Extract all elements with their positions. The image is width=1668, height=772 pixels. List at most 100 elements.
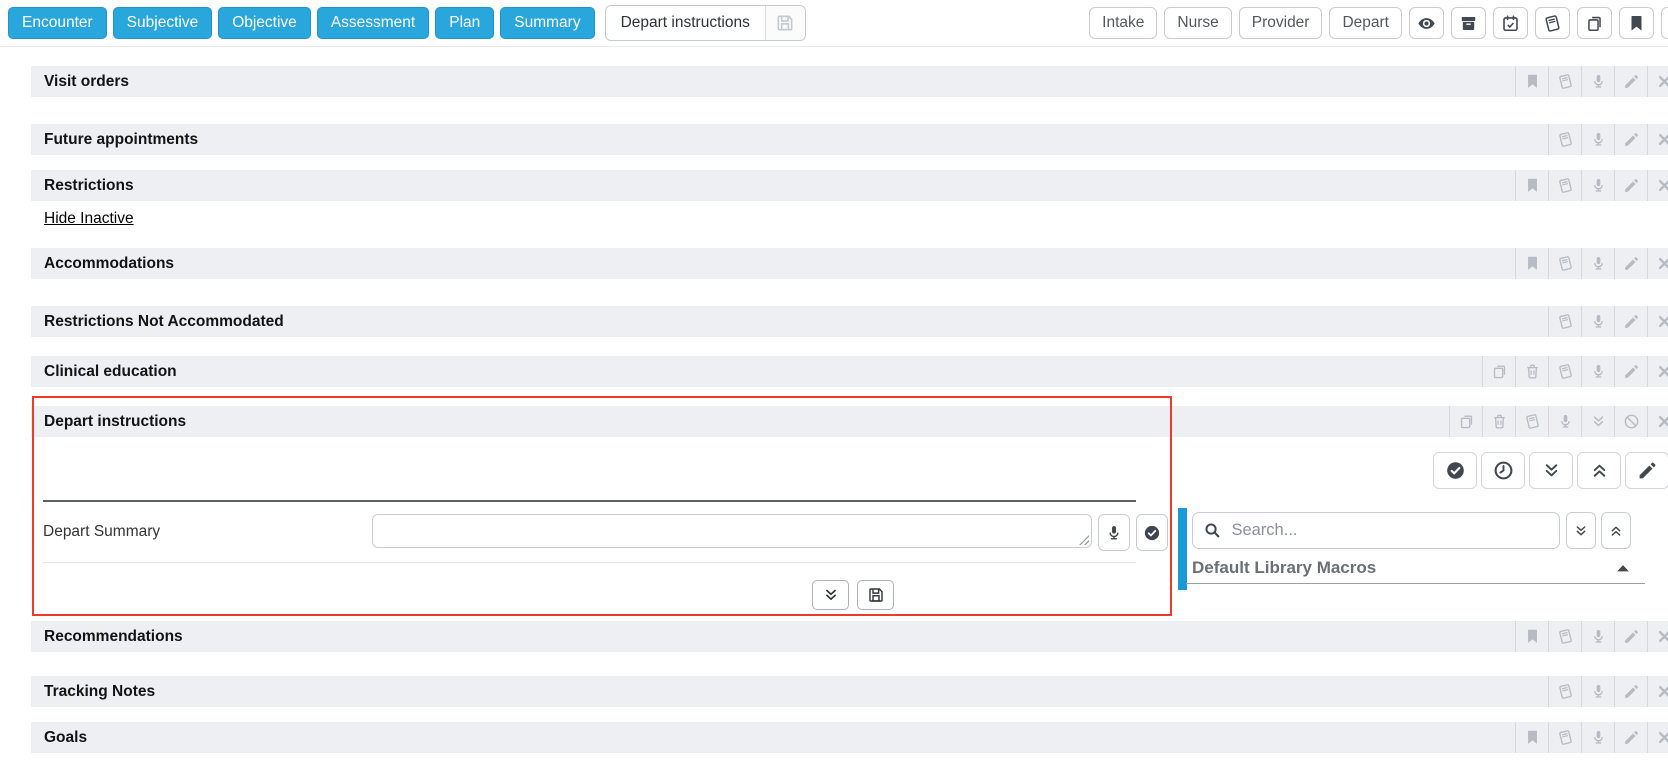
mic-icon[interactable]: [1581, 248, 1614, 279]
book-icon[interactable]: [1548, 676, 1581, 707]
close-icon[interactable]: [1647, 406, 1668, 437]
section-actions: [1515, 248, 1668, 279]
section-title: Restrictions: [44, 176, 134, 194]
section-recommendations[interactable]: Recommendations: [31, 621, 1668, 652]
stage-button-depart[interactable]: Depart: [1329, 7, 1402, 39]
active-note-tab[interactable]: Depart instructions: [604, 5, 806, 41]
confirm-button[interactable]: [1136, 514, 1168, 551]
section-depart-instructions[interactable]: Depart instructions: [31, 406, 1668, 437]
trash-icon[interactable]: [1482, 406, 1515, 437]
pencil-icon[interactable]: [1614, 248, 1647, 279]
book-icon[interactable]: [1548, 124, 1581, 155]
bookmark-icon[interactable]: [1515, 248, 1548, 279]
close-icon[interactable]: [1647, 248, 1668, 279]
section-title: Restrictions Not Accommodated: [44, 312, 284, 330]
copy-icon[interactable]: [1449, 406, 1482, 437]
stage-button-nurse[interactable]: Nurse: [1164, 7, 1232, 39]
pencil-icon[interactable]: [1625, 452, 1668, 489]
copy-icon[interactable]: [1577, 7, 1612, 39]
save-icon[interactable]: [857, 580, 894, 610]
bookmark-icon[interactable]: [1515, 170, 1548, 201]
section-visit-orders[interactable]: Visit orders: [31, 66, 1668, 97]
stage-button-intake[interactable]: Intake: [1089, 7, 1158, 39]
depart-summary-input[interactable]: [372, 514, 1092, 548]
tab-plan[interactable]: Plan: [435, 7, 495, 39]
pencil-icon[interactable]: [1614, 676, 1647, 707]
bookmark-icon[interactable]: [1515, 722, 1548, 753]
chevrons-up-icon[interactable]: [1577, 452, 1621, 489]
book-icon[interactable]: [1548, 170, 1581, 201]
ban-icon[interactable]: [1614, 406, 1647, 437]
book-icon[interactable]: [1548, 356, 1581, 387]
pencil-icon[interactable]: [1614, 356, 1647, 387]
section-future-appointments[interactable]: Future appointments: [31, 124, 1668, 155]
gear-icon[interactable]: [1661, 7, 1668, 39]
book-icon[interactable]: [1515, 406, 1548, 437]
mic-icon[interactable]: [1581, 621, 1614, 652]
mic-icon[interactable]: [1581, 676, 1614, 707]
pencil-icon[interactable]: [1614, 306, 1647, 337]
tab-objective[interactable]: Objective: [218, 7, 311, 39]
mic-icon[interactable]: [1581, 306, 1614, 337]
section-restrictions[interactable]: Restrictions: [31, 170, 1668, 201]
close-icon[interactable]: [1647, 170, 1668, 201]
pencil-icon[interactable]: [1614, 170, 1647, 201]
pencil-icon[interactable]: [1614, 722, 1647, 753]
chevrons-down-icon[interactable]: [1529, 452, 1573, 489]
stage-button-provider[interactable]: Provider: [1238, 7, 1323, 39]
caret-up-icon[interactable]: [1613, 558, 1633, 578]
circle-check-icon[interactable]: [1433, 452, 1477, 489]
close-icon[interactable]: [1647, 722, 1668, 753]
section-restrictions-not-accommodated[interactable]: Restrictions Not Accommodated: [31, 306, 1668, 337]
mic-icon[interactable]: [1581, 124, 1614, 155]
book-icon[interactable]: [1548, 722, 1581, 753]
chevrons-down-icon[interactable]: [1581, 406, 1614, 437]
clock-icon[interactable]: [1481, 452, 1525, 489]
mic-icon[interactable]: [1581, 722, 1614, 753]
chevrons-down-icon[interactable]: [812, 580, 849, 610]
eye-icon[interactable]: [1409, 7, 1444, 39]
calendar-check-icon[interactable]: [1493, 7, 1528, 39]
macro-search-input[interactable]: [1229, 520, 1549, 541]
copy-icon[interactable]: [1482, 356, 1515, 387]
tab-summary[interactable]: Summary: [500, 7, 595, 39]
tab-encounter[interactable]: Encounter: [8, 7, 107, 39]
close-icon[interactable]: [1647, 676, 1668, 707]
section-accommodations[interactable]: Accommodations: [31, 248, 1668, 279]
mic-icon[interactable]: [1581, 170, 1614, 201]
tab-assessment[interactable]: Assessment: [316, 7, 430, 39]
pencil-icon[interactable]: [1614, 621, 1647, 652]
pencil-icon[interactable]: [1614, 66, 1647, 97]
close-icon[interactable]: [1647, 306, 1668, 337]
book-icon[interactable]: [1548, 248, 1581, 279]
close-icon[interactable]: [1647, 66, 1668, 97]
bookmark-icon[interactable]: [1515, 66, 1548, 97]
macro-search-box: [1192, 512, 1560, 549]
close-icon[interactable]: [1647, 356, 1668, 387]
pencil-icon[interactable]: [1614, 124, 1647, 155]
mic-button[interactable]: [1098, 514, 1130, 551]
default-library-macros-header[interactable]: Default Library Macros: [1186, 552, 1645, 584]
hide-inactive-link[interactable]: Hide Inactive: [44, 210, 134, 228]
section-clinical-education[interactable]: Clinical education: [31, 356, 1668, 387]
bookmark-icon[interactable]: [1619, 7, 1654, 39]
mic-icon[interactable]: [1581, 66, 1614, 97]
section-goals[interactable]: Goals: [31, 722, 1668, 753]
tab-subjective[interactable]: Subjective: [112, 7, 213, 39]
trash-icon[interactable]: [1515, 356, 1548, 387]
mic-icon[interactable]: [1581, 356, 1614, 387]
book-icon[interactable]: [1548, 66, 1581, 97]
save-note-icon[interactable]: [764, 6, 805, 40]
section-title: Goals: [44, 728, 88, 746]
section-tracking-notes[interactable]: Tracking Notes: [31, 676, 1668, 707]
archive-icon[interactable]: [1451, 7, 1486, 39]
book-icon[interactable]: [1548, 306, 1581, 337]
book-icon[interactable]: [1548, 621, 1581, 652]
book-icon[interactable]: [1535, 7, 1570, 39]
bookmark-icon[interactable]: [1515, 621, 1548, 652]
close-icon[interactable]: [1647, 621, 1668, 652]
mic-icon[interactable]: [1548, 406, 1581, 437]
close-icon[interactable]: [1647, 124, 1668, 155]
macro-scroll-up-button[interactable]: [1601, 512, 1631, 549]
macro-scroll-down-button[interactable]: [1566, 512, 1596, 549]
